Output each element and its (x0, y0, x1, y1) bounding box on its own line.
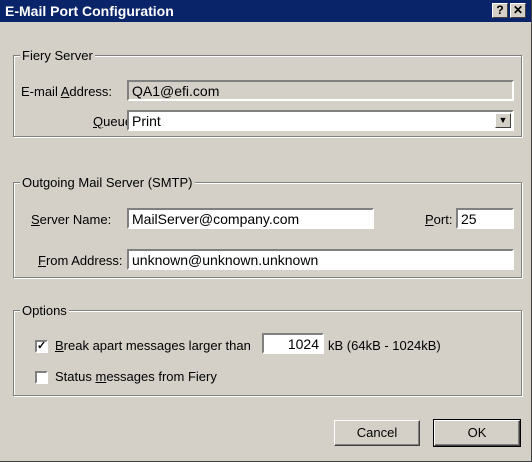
break-apart-checkbox[interactable]: ✓ (35, 340, 48, 353)
options-legend: Options (20, 303, 69, 318)
server-name-input[interactable]: MailServer@company.com (127, 208, 374, 229)
status-messages-label[interactable]: Status messages from Fiery (55, 369, 217, 384)
status-messages-checkbox[interactable] (35, 371, 48, 384)
break-apart-label[interactable]: Break apart messages larger than (55, 338, 251, 353)
email-address-label: E-mail Address: (21, 84, 113, 99)
from-address-input[interactable]: unknown@unknown.unknown (127, 249, 514, 270)
title-bar[interactable]: E-Mail Port Configuration ? ✕ (0, 0, 531, 22)
queue-value: Print (132, 113, 161, 129)
cancel-button[interactable]: Cancel (334, 420, 420, 446)
from-address-label: From Address: (38, 253, 123, 268)
close-button[interactable]: ✕ (510, 3, 526, 18)
window-title: E-Mail Port Configuration (5, 3, 174, 19)
help-button[interactable]: ? (492, 3, 508, 18)
email-port-dialog: E-Mail Port Configuration ? ✕ Fiery Serv… (0, 0, 532, 462)
port-input[interactable]: 25 (456, 208, 514, 229)
smtp-legend: Outgoing Mail Server (SMTP) (20, 175, 195, 190)
break-range-label: kB (64kB - 1024kB) (328, 338, 441, 353)
ok-button[interactable]: OK (433, 419, 521, 447)
break-size-input[interactable]: 1024 (262, 333, 324, 354)
fiery-server-legend: Fiery Server (20, 48, 95, 63)
chevron-down-icon[interactable]: ▼ (495, 113, 511, 128)
server-name-label: Server Name: (31, 212, 112, 227)
queue-select[interactable]: Print ▼ (127, 110, 514, 131)
port-label: Port: (425, 212, 453, 227)
email-address-field: QA1@efi.com (127, 80, 514, 101)
